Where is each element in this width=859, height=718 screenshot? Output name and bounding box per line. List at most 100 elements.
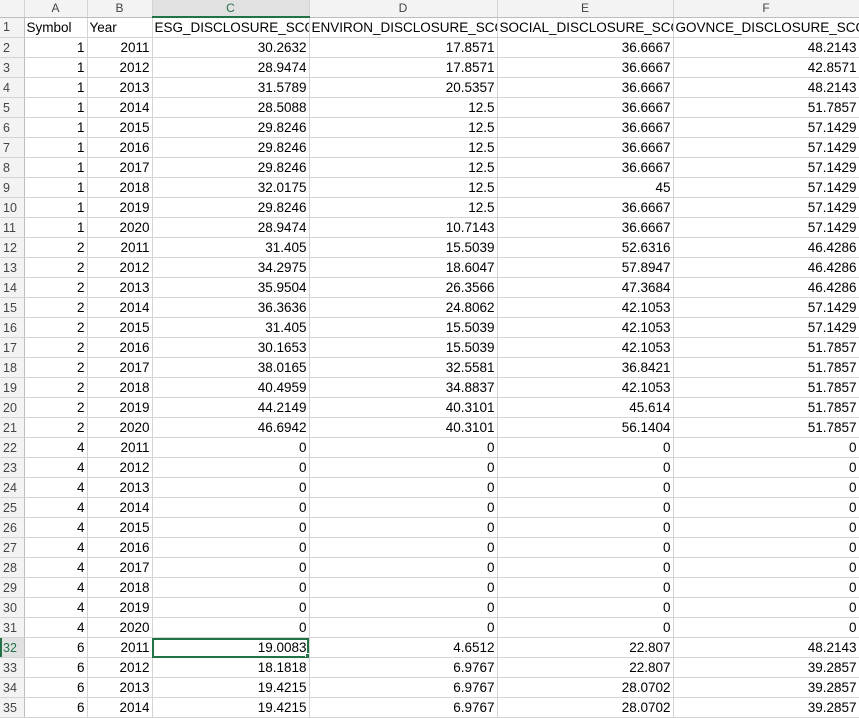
cell-e32[interactable]: 22.807: [497, 637, 674, 658]
cell-d6[interactable]: 12.5: [309, 117, 498, 138]
cell-b19[interactable]: 2018: [87, 377, 153, 398]
cell-d13[interactable]: 18.6047: [309, 257, 498, 278]
cell-d2[interactable]: 17.8571: [309, 37, 498, 58]
cell-e28[interactable]: 0: [497, 557, 674, 578]
cell-c21[interactable]: 46.6942: [152, 417, 310, 438]
cell-a13[interactable]: 2: [24, 257, 88, 278]
cell-d7[interactable]: 12.5: [309, 137, 498, 158]
cell-f17[interactable]: 51.7857: [673, 337, 859, 358]
cell-f2[interactable]: 48.2143: [673, 37, 859, 58]
cell-b13[interactable]: 2012: [87, 257, 153, 278]
row-header-17[interactable]: 17: [0, 337, 25, 358]
cell-c27[interactable]: 0: [152, 537, 310, 558]
cell-d14[interactable]: 26.3566: [309, 277, 498, 298]
cell-c6[interactable]: 29.8246: [152, 117, 310, 138]
cell-a10[interactable]: 1: [24, 197, 88, 218]
cell-d27[interactable]: 0: [309, 537, 498, 558]
cell-d17[interactable]: 15.5039: [309, 337, 498, 358]
row-header-29[interactable]: 29: [0, 577, 25, 598]
cell-e34[interactable]: 28.0702: [497, 677, 674, 698]
row-header-10[interactable]: 10: [0, 197, 25, 218]
row-header-32[interactable]: 32: [0, 637, 25, 658]
cell-b26[interactable]: 2015: [87, 517, 153, 538]
cell-d15[interactable]: 24.8062: [309, 297, 498, 318]
row-header-24[interactable]: 24: [0, 477, 25, 498]
cell-a33[interactable]: 6: [24, 657, 88, 678]
cell-e9[interactable]: 45: [497, 177, 674, 198]
cell-b32[interactable]: 2011: [87, 637, 153, 658]
cell-e8[interactable]: 36.6667: [497, 157, 674, 178]
row-header-7[interactable]: 7: [0, 137, 25, 158]
cell-f4[interactable]: 48.2143: [673, 77, 859, 98]
cell-c25[interactable]: 0: [152, 497, 310, 518]
row-header-19[interactable]: 19: [0, 377, 25, 398]
cell-b6[interactable]: 2015: [87, 117, 153, 138]
cell-f7[interactable]: 57.1429: [673, 137, 859, 158]
cell-c23[interactable]: 0: [152, 457, 310, 478]
cell-a3[interactable]: 1: [24, 57, 88, 78]
row-header-6[interactable]: 6: [0, 117, 25, 138]
cell-a6[interactable]: 1: [24, 117, 88, 138]
cell-c31[interactable]: 0: [152, 617, 310, 638]
cell-f12[interactable]: 46.4286: [673, 237, 859, 258]
column-header-f[interactable]: F: [673, 0, 859, 18]
cell-c15[interactable]: 36.3636: [152, 297, 310, 318]
row-header-8[interactable]: 8: [0, 157, 25, 178]
row-header-30[interactable]: 30: [0, 597, 25, 618]
cell-d5[interactable]: 12.5: [309, 97, 498, 118]
cell-e17[interactable]: 42.1053: [497, 337, 674, 358]
cell-f26[interactable]: 0: [673, 517, 859, 538]
cell-f16[interactable]: 57.1429: [673, 317, 859, 338]
cell-a15[interactable]: 2: [24, 297, 88, 318]
cell-e29[interactable]: 0: [497, 577, 674, 598]
cell-e14[interactable]: 47.3684: [497, 277, 674, 298]
cell-a14[interactable]: 2: [24, 277, 88, 298]
cell-a19[interactable]: 2: [24, 377, 88, 398]
cell-f5[interactable]: 51.7857: [673, 97, 859, 118]
row-header-9[interactable]: 9: [0, 177, 25, 198]
row-header-20[interactable]: 20: [0, 397, 25, 418]
cell-f14[interactable]: 46.4286: [673, 277, 859, 298]
cell-d23[interactable]: 0: [309, 457, 498, 478]
cell-b12[interactable]: 2011: [87, 237, 153, 258]
cell-d33[interactable]: 6.9767: [309, 657, 498, 678]
cell-d35[interactable]: 6.9767: [309, 697, 498, 718]
cell-b29[interactable]: 2018: [87, 577, 153, 598]
cell-f9[interactable]: 57.1429: [673, 177, 859, 198]
cell-d20[interactable]: 40.3101: [309, 397, 498, 418]
cell-d30[interactable]: 0: [309, 597, 498, 618]
cell-a25[interactable]: 4: [24, 497, 88, 518]
cell-e4[interactable]: 36.6667: [497, 77, 674, 98]
cell-d34[interactable]: 6.9767: [309, 677, 498, 698]
cell-d4[interactable]: 20.5357: [309, 77, 498, 98]
cell-a18[interactable]: 2: [24, 357, 88, 378]
cell-d12[interactable]: 15.5039: [309, 237, 498, 258]
cell-c11[interactable]: 28.9474: [152, 217, 310, 238]
cell-b18[interactable]: 2017: [87, 357, 153, 378]
cell-a34[interactable]: 6: [24, 677, 88, 698]
cell-e31[interactable]: 0: [497, 617, 674, 638]
cell-e12[interactable]: 52.6316: [497, 237, 674, 258]
cell-e24[interactable]: 0: [497, 477, 674, 498]
cell-a12[interactable]: 2: [24, 237, 88, 258]
row-header-4[interactable]: 4: [0, 77, 25, 98]
cell-f28[interactable]: 0: [673, 557, 859, 578]
row-header-3[interactable]: 3: [0, 57, 25, 78]
cell-c10[interactable]: 29.8246: [152, 197, 310, 218]
cell-d31[interactable]: 0: [309, 617, 498, 638]
cell-c18[interactable]: 38.0165: [152, 357, 310, 378]
cell-d16[interactable]: 15.5039: [309, 317, 498, 338]
cell-b1[interactable]: Year: [87, 17, 153, 38]
row-header-5[interactable]: 5: [0, 97, 25, 118]
cell-e22[interactable]: 0: [497, 437, 674, 458]
cell-a29[interactable]: 4: [24, 577, 88, 598]
cell-d8[interactable]: 12.5: [309, 157, 498, 178]
cell-b35[interactable]: 2014: [87, 697, 153, 718]
cell-b17[interactable]: 2016: [87, 337, 153, 358]
cell-c17[interactable]: 30.1653: [152, 337, 310, 358]
cell-b31[interactable]: 2020: [87, 617, 153, 638]
cell-b23[interactable]: 2012: [87, 457, 153, 478]
cell-e23[interactable]: 0: [497, 457, 674, 478]
cell-a24[interactable]: 4: [24, 477, 88, 498]
cell-d21[interactable]: 40.3101: [309, 417, 498, 438]
